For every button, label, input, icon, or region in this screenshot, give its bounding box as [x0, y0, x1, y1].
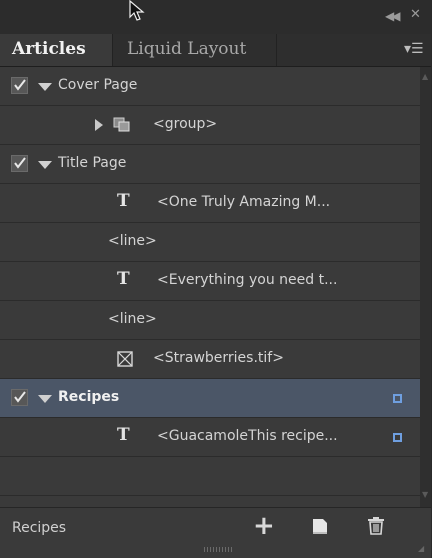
sync-indicator-icon — [393, 394, 402, 403]
close-icon[interactable]: ✕ — [410, 7, 421, 22]
text-frame-icon: T — [117, 191, 130, 211]
disclosure-expanded-icon[interactable] — [38, 161, 52, 169]
list-item-line[interactable]: <line> — [0, 223, 420, 262]
selected-article-label: Recipes — [12, 520, 67, 536]
panel-menu-icon[interactable]: ▾☰ — [404, 41, 424, 57]
tab-bar: Articles Liquid Layout ▾☰ — [0, 34, 431, 67]
item-label: <GuacamoleThis recipe... — [157, 428, 338, 444]
text-frame-icon: T — [117, 425, 130, 445]
panel-footer: Recipes + ◢ — [0, 507, 431, 558]
list-item-image[interactable]: <Strawberries.tif> — [0, 340, 420, 379]
checkmark-icon[interactable] — [11, 389, 28, 406]
mouse-pointer-icon — [128, 0, 148, 26]
article-name: Cover Page — [58, 77, 138, 93]
list-item-group[interactable]: <group> — [0, 106, 420, 145]
list-item-text[interactable]: T <Everything you need t... — [0, 262, 420, 301]
text-frame-icon: T — [117, 269, 130, 289]
list-item-line[interactable]: <line> — [0, 301, 420, 340]
group-icon — [113, 117, 131, 137]
trash-icon[interactable] — [366, 516, 386, 540]
double-chevron-icon[interactable]: ◀◀ — [385, 9, 401, 23]
scroll-up-icon[interactable]: ▲ — [422, 72, 428, 81]
item-label: <line> — [108, 233, 157, 249]
resize-corner-icon[interactable]: ◢ — [418, 544, 424, 553]
image-frame-icon — [117, 351, 133, 371]
disclosure-expanded-icon[interactable] — [38, 83, 52, 91]
scroll-down-icon[interactable]: ▼ — [422, 490, 428, 499]
articles-panel: ◀◀ ✕ Articles Liquid Layout ▾☰ Cover Pag… — [0, 0, 432, 558]
list-item-text[interactable]: T <One Truly Amazing M... — [0, 184, 420, 223]
checkmark-icon[interactable] — [11, 155, 28, 172]
item-label: <Strawberries.tif> — [153, 350, 284, 366]
scrollbar[interactable] — [420, 67, 431, 507]
resize-grip[interactable] — [204, 547, 234, 552]
sync-indicator-icon — [393, 433, 402, 442]
empty-row — [0, 457, 420, 496]
article-row-title-page[interactable]: Title Page — [0, 145, 420, 184]
panel-title-bar[interactable]: ◀◀ ✕ — [0, 0, 431, 35]
article-name: Recipes — [58, 389, 120, 405]
tab-articles[interactable]: Articles — [0, 34, 113, 66]
plus-icon[interactable]: + — [253, 513, 275, 539]
checkmark-icon[interactable] — [11, 77, 28, 94]
disclosure-collapsed-icon[interactable] — [95, 119, 103, 131]
item-label: <line> — [108, 311, 157, 327]
new-item-icon[interactable] — [311, 517, 331, 539]
item-label: <Everything you need t... — [157, 272, 338, 288]
item-label: <One Truly Amazing M... — [157, 194, 331, 210]
list-item-text[interactable]: T <GuacamoleThis recipe... — [0, 418, 420, 457]
disclosure-expanded-icon[interactable] — [38, 395, 52, 403]
item-label: <group> — [153, 116, 218, 132]
tab-liquid-layout[interactable]: Liquid Layout — [113, 34, 277, 66]
article-row-cover-page[interactable]: Cover Page — [0, 67, 420, 106]
article-name: Title Page — [58, 155, 127, 171]
article-row-recipes[interactable]: Recipes — [0, 379, 420, 418]
